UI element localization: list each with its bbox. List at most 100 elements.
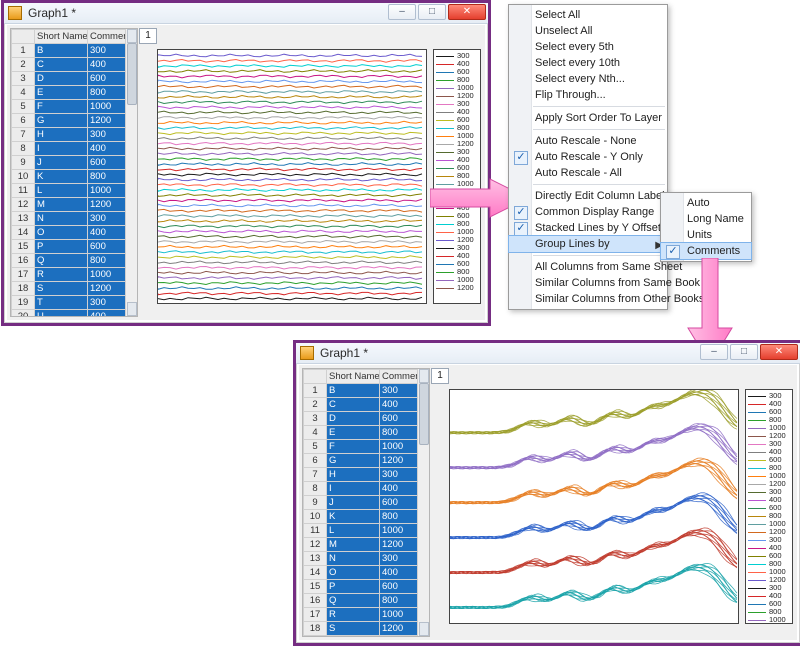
- table-row[interactable]: 5F1000: [12, 100, 137, 114]
- cell[interactable]: O: [327, 566, 380, 580]
- row-header[interactable]: 7: [304, 468, 327, 482]
- table-row[interactable]: 1B300: [304, 384, 429, 398]
- table-row[interactable]: 10K800: [12, 170, 137, 184]
- cell[interactable]: K: [327, 510, 380, 524]
- scroll-down-arrow-icon[interactable]: [419, 622, 429, 636]
- row-header[interactable]: 9: [12, 156, 35, 170]
- layer-button[interactable]: 1: [139, 28, 157, 44]
- table-row[interactable]: 19T300: [304, 636, 429, 638]
- cell[interactable]: R: [327, 608, 380, 622]
- menu-item[interactable]: Select All: [509, 7, 667, 23]
- row-header[interactable]: 8: [12, 142, 35, 156]
- table-row[interactable]: 6G1200: [304, 454, 429, 468]
- table-row[interactable]: 16Q800: [12, 254, 137, 268]
- cell[interactable]: D: [35, 72, 88, 86]
- row-header[interactable]: 10: [12, 170, 35, 184]
- row-header[interactable]: 14: [12, 226, 35, 240]
- row-header[interactable]: 3: [12, 72, 35, 86]
- row-header[interactable]: 15: [12, 240, 35, 254]
- menu-item[interactable]: Group Lines by▶: [509, 236, 667, 252]
- table-row[interactable]: 5F1000: [304, 440, 429, 454]
- cell[interactable]: Q: [327, 594, 380, 608]
- scroll-thumb[interactable]: [127, 43, 137, 105]
- table-row[interactable]: 9J600: [12, 156, 137, 170]
- menu-item[interactable]: Auto Rescale - All: [509, 165, 667, 181]
- menu-item[interactable]: Directly Edit Column Labels: [509, 188, 667, 204]
- row-header[interactable]: 2: [12, 58, 35, 72]
- row-header[interactable]: 14: [304, 566, 327, 580]
- table-row[interactable]: 4E800: [12, 86, 137, 100]
- minimize-button[interactable]: –: [700, 344, 728, 360]
- row-header[interactable]: 6: [12, 114, 35, 128]
- table-row[interactable]: 19T300: [12, 296, 137, 310]
- close-button[interactable]: ✕: [760, 344, 798, 360]
- cell[interactable]: S: [35, 282, 88, 296]
- plot-area-stacked[interactable]: 50,000100,000150,000200,0002030405060: [157, 49, 427, 304]
- row-header[interactable]: 1: [12, 44, 35, 58]
- table-row[interactable]: 3D600: [12, 72, 137, 86]
- plot-area-grouped[interactable]: 05000100002030405060: [449, 389, 739, 624]
- row-header[interactable]: 5: [12, 100, 35, 114]
- table-row[interactable]: 8I400: [304, 482, 429, 496]
- row-header[interactable]: 19: [304, 636, 327, 638]
- cell[interactable]: J: [327, 496, 380, 510]
- row-header[interactable]: 13: [304, 552, 327, 566]
- close-button[interactable]: ✕: [448, 4, 486, 20]
- row-header[interactable]: 5: [304, 440, 327, 454]
- cell[interactable]: G: [35, 114, 88, 128]
- scroll-up-arrow-icon[interactable]: [419, 369, 429, 383]
- cell[interactable]: S: [327, 622, 380, 636]
- menu-item[interactable]: ✓Auto Rescale - Y Only: [509, 149, 667, 165]
- table-row[interactable]: 4E800: [304, 426, 429, 440]
- cell[interactable]: M: [327, 538, 380, 552]
- table-row[interactable]: 15P600: [304, 580, 429, 594]
- row-header[interactable]: 11: [304, 524, 327, 538]
- row-header[interactable]: 12: [12, 198, 35, 212]
- row-header[interactable]: 6: [304, 454, 327, 468]
- table-row[interactable]: 1B300: [12, 44, 137, 58]
- row-header[interactable]: 20: [12, 310, 35, 318]
- row-header[interactable]: 10: [304, 510, 327, 524]
- maximize-button[interactable]: □: [730, 344, 758, 360]
- cell[interactable]: F: [327, 440, 380, 454]
- table-row[interactable]: 18S1200: [12, 282, 137, 296]
- cell[interactable]: P: [35, 240, 88, 254]
- row-header[interactable]: 11: [12, 184, 35, 198]
- row-header[interactable]: 9: [304, 496, 327, 510]
- cell[interactable]: J: [35, 156, 88, 170]
- table-row[interactable]: 17R1000: [12, 268, 137, 282]
- menu-item[interactable]: Unselect All: [509, 23, 667, 39]
- row-header[interactable]: 16: [12, 254, 35, 268]
- row-header[interactable]: 8: [304, 482, 327, 496]
- cell[interactable]: L: [35, 184, 88, 198]
- row-header[interactable]: 2: [304, 398, 327, 412]
- menu-item[interactable]: Similar Columns from Other Books...: [509, 291, 667, 307]
- row-header[interactable]: 3: [304, 412, 327, 426]
- table-row[interactable]: 20U400: [12, 310, 137, 318]
- table-row[interactable]: 17R1000: [304, 608, 429, 622]
- menu-item[interactable]: Select every 10th: [509, 55, 667, 71]
- menu-item[interactable]: Apply Sort Order To Layer: [509, 110, 667, 126]
- row-header[interactable]: 4: [304, 426, 327, 440]
- table-row[interactable]: 12M1200: [304, 538, 429, 552]
- table-row[interactable]: 7H300: [12, 128, 137, 142]
- table-row[interactable]: 18S1200: [304, 622, 429, 636]
- cell[interactable]: T: [327, 636, 380, 638]
- table-row[interactable]: 15P600: [12, 240, 137, 254]
- cell[interactable]: C: [327, 398, 380, 412]
- cell[interactable]: L: [327, 524, 380, 538]
- table-row[interactable]: 16Q800: [304, 594, 429, 608]
- column-header[interactable]: Short Name: [327, 370, 380, 384]
- row-header[interactable]: 7: [12, 128, 35, 142]
- row-header[interactable]: 13: [12, 212, 35, 226]
- menu-item[interactable]: ✓Comments: [661, 243, 751, 259]
- table-row[interactable]: 9J600: [304, 496, 429, 510]
- table-row[interactable]: 7H300: [304, 468, 429, 482]
- cell[interactable]: N: [35, 212, 88, 226]
- menu-item[interactable]: Auto: [661, 195, 751, 211]
- scroll-down-arrow-icon[interactable]: [127, 302, 137, 316]
- row-header[interactable]: 18: [304, 622, 327, 636]
- menu-item[interactable]: Units: [661, 227, 751, 243]
- cell[interactable]: H: [35, 128, 88, 142]
- table-row[interactable]: 13N300: [12, 212, 137, 226]
